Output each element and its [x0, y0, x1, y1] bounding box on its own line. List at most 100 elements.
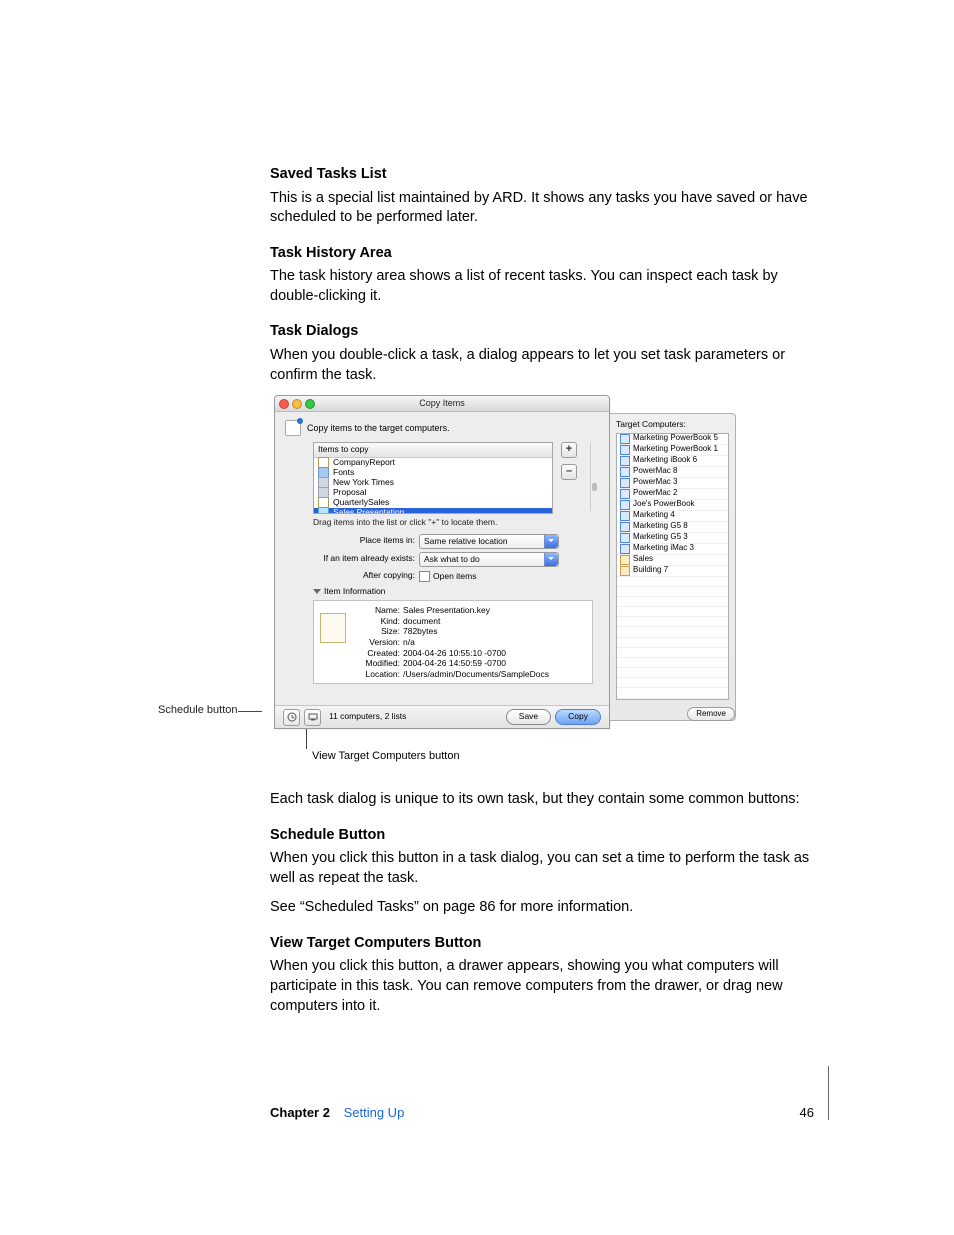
status-text: 11 computers, 2 lists [329, 711, 406, 722]
place-items-label: Place items in: [313, 535, 415, 546]
list-icon [620, 555, 630, 565]
clock-icon [287, 712, 297, 722]
drawer-row[interactable]: PowerMac 3 [617, 478, 728, 489]
drawer-row-label: Joe's PowerBook [633, 499, 695, 510]
drawer-row-empty [617, 577, 728, 587]
drawer-row[interactable]: Building 7 [617, 566, 728, 577]
info-modified-value: 2004-04-26 14:50:59 -0700 [403, 658, 506, 668]
items-listbox[interactable]: Items to copy CompanyReport Fonts New Yo… [313, 442, 553, 514]
drawer-row-empty [617, 587, 728, 597]
drawer-row[interactable]: PowerMac 2 [617, 489, 728, 500]
drawer-row-label: Marketing PowerBook 1 [633, 444, 718, 455]
drawer-row[interactable]: Marketing G5 3 [617, 533, 728, 544]
computer-icon [620, 511, 630, 521]
para-common-buttons: Each task dialog is unique to its own ta… [270, 790, 819, 810]
para-view-targets-button: When you click this button, a drawer app… [270, 957, 819, 1016]
computer-icon [620, 467, 630, 477]
copy-items-icon [285, 420, 301, 436]
figure-copy-items: Schedule button View Target Computers bu… [270, 395, 819, 760]
computer-icon [620, 445, 630, 455]
computer-icon [620, 456, 630, 466]
drag-hint: Drag items into the list or click "+" to… [313, 517, 599, 528]
target-computers-list[interactable]: Marketing PowerBook 5Marketing PowerBook… [616, 433, 729, 700]
info-kind-value: document [403, 616, 440, 626]
info-version-value: n/a [403, 637, 415, 647]
callout-view-targets-label: View Target Computers button [312, 750, 460, 762]
computer-icon [620, 544, 630, 554]
info-name-key: Name: [356, 605, 400, 616]
info-version-key: Version: [356, 637, 400, 648]
view-targets-button[interactable] [304, 709, 321, 726]
chevron-down-icon [544, 535, 558, 548]
drawer-row-empty [617, 678, 728, 688]
close-icon[interactable] [279, 399, 289, 409]
computer-icon [620, 489, 630, 499]
info-created-key: Created: [356, 648, 400, 659]
drawer-row-label: PowerMac 8 [633, 466, 677, 477]
info-kind-key: Kind: [356, 616, 400, 627]
remove-item-button[interactable]: – [561, 464, 577, 480]
schedule-button[interactable] [283, 709, 300, 726]
drawer-row[interactable]: Joe's PowerBook [617, 500, 728, 511]
drawer-row[interactable]: PowerMac 8 [617, 467, 728, 478]
drawer-row-empty [617, 658, 728, 668]
drawer-row-empty [617, 688, 728, 698]
keynote-icon [318, 507, 329, 514]
place-items-value: Same relative location [424, 536, 508, 546]
info-size-key: Size: [356, 626, 400, 637]
drawer-row[interactable]: Marketing iBook 6 [617, 456, 728, 467]
drawer-row-empty [617, 638, 728, 648]
already-exists-value: Ask what to do [424, 554, 480, 564]
copy-button[interactable]: Copy [555, 709, 601, 725]
info-name-value: Sales Presentation.key [403, 605, 490, 615]
drawer-row-label: Marketing iMac 3 [633, 543, 694, 554]
info-size-value: 782bytes [403, 626, 438, 636]
computer-icon [620, 478, 630, 488]
drawer-row-label: Marketing 4 [633, 510, 675, 521]
drawer-row-label: PowerMac 3 [633, 477, 677, 488]
info-location-value: /Users/admin/Documents/SampleDocs [403, 669, 549, 679]
chevron-down-icon [544, 553, 558, 566]
minimize-icon[interactable] [292, 399, 302, 409]
drawer-row-label: Marketing iBook 6 [633, 455, 697, 466]
drawer-remove-button[interactable]: Remove [687, 707, 735, 721]
disclosure-triangle-icon [313, 589, 321, 598]
para-see-scheduled: See “Scheduled Tasks” on page 86 for mor… [270, 898, 819, 918]
drawer-row[interactable]: Marketing iMac 3 [617, 544, 728, 555]
heading-schedule-button: Schedule Button [270, 826, 819, 846]
heading-saved-tasks: Saved Tasks List [270, 165, 819, 185]
already-exists-select[interactable]: Ask what to do [419, 552, 559, 567]
after-copying-label: After copying: [313, 570, 415, 581]
callout-schedule: Schedule button [158, 703, 238, 718]
drawer-row[interactable]: Marketing 4 [617, 511, 728, 522]
drawer-row[interactable]: Marketing PowerBook 5 [617, 434, 728, 445]
drawer-title: Target Computers: [616, 419, 729, 430]
drawer-row-label: Building 7 [633, 565, 668, 576]
callout-view-targets: View Target Computers button [312, 749, 460, 764]
dialog-copy-items: Copy Items Copy items to the target comp… [274, 395, 610, 729]
computer-icon [620, 522, 630, 532]
list-item-selected[interactable]: Sales Presentation [333, 507, 404, 514]
drawer-row[interactable]: Marketing G5 8 [617, 522, 728, 533]
open-items-checkbox[interactable] [419, 571, 430, 582]
window-title: Copy Items [275, 397, 609, 409]
footer-page-number: 46 [800, 1105, 814, 1120]
item-info-panel: Name:Sales Presentation.key Kind:documen… [313, 600, 593, 684]
computer-icon [308, 712, 318, 722]
heading-view-targets-button: View Target Computers Button [270, 934, 819, 954]
drawer-row-empty [617, 617, 728, 627]
item-info-label: Item Information [324, 586, 385, 597]
heading-task-history: Task History Area [270, 244, 819, 264]
heading-task-dialogs: Task Dialogs [270, 322, 819, 342]
drawer-row[interactable]: Sales [617, 555, 728, 566]
drawer-row[interactable]: Marketing PowerBook 1 [617, 445, 728, 456]
zoom-icon[interactable] [305, 399, 315, 409]
save-button[interactable]: Save [506, 709, 551, 725]
info-modified-key: Modified: [356, 658, 400, 669]
place-items-select[interactable]: Same relative location [419, 534, 559, 549]
drawer-row-label: Marketing G5 3 [633, 532, 688, 543]
add-item-button[interactable]: + [561, 442, 577, 458]
drawer-row-empty [617, 648, 728, 658]
item-info-disclosure[interactable]: Item Information [313, 586, 599, 598]
window-titlebar[interactable]: Copy Items [275, 396, 609, 412]
